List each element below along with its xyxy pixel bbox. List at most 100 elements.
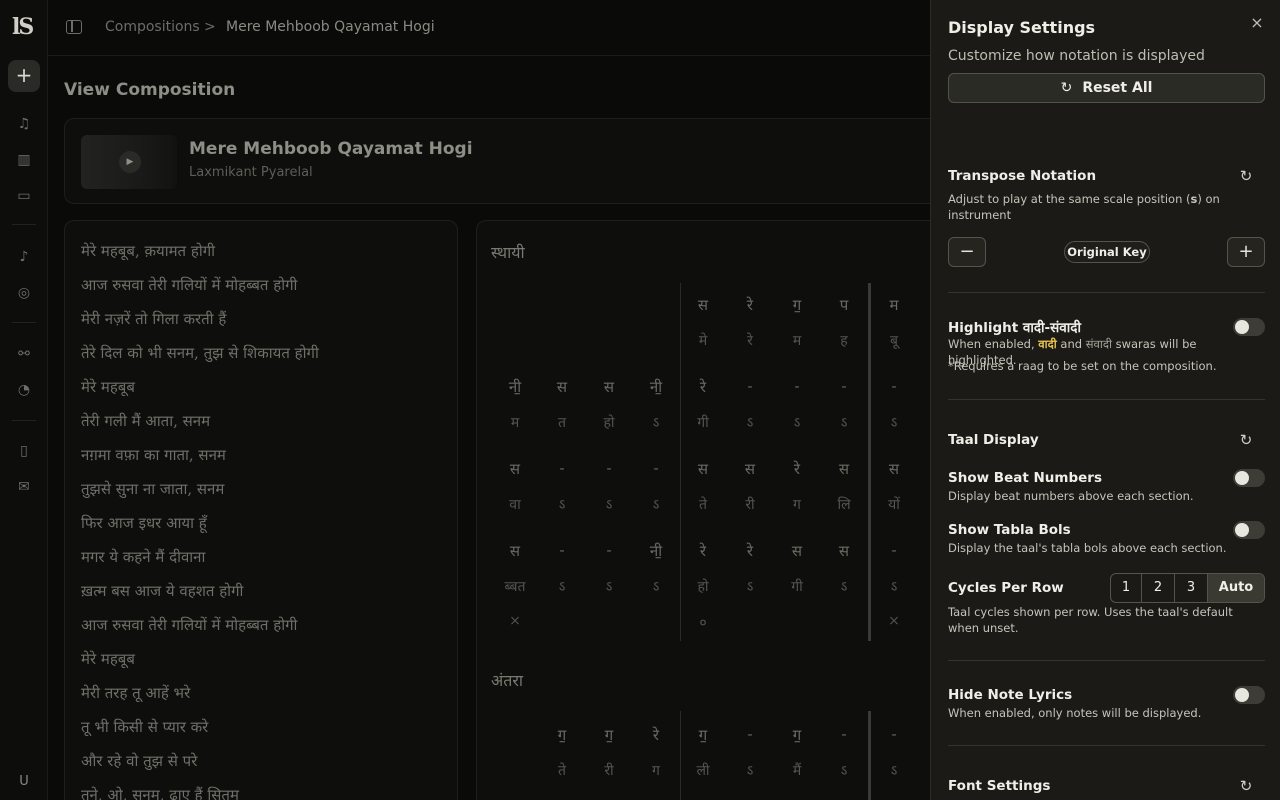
sthayi-title: स्थायी <box>491 243 525 262</box>
play-icon[interactable]: ▶ <box>119 151 141 173</box>
rail-divider <box>12 322 36 323</box>
note-lyric-cell: ऽ <box>840 763 848 779</box>
reset-all-button[interactable]: ↻ Reset All <box>948 73 1265 103</box>
lyric-line: तेरे दिल को भी सनम, तुझ से शिकायत होगी <box>81 344 319 362</box>
note-cell: म <box>889 296 899 314</box>
lyric-line: नग़मा वफ़ा का गाता, सनम <box>81 446 226 464</box>
highlight-title: Highlight वादी-संवादी <box>948 320 1081 336</box>
font-reset-icon[interactable]: ↻ <box>1237 777 1255 795</box>
note-cell: - <box>747 377 753 395</box>
note-cell: रे <box>793 460 801 478</box>
note-cell: ग॒ <box>792 726 802 744</box>
binoculars-icon[interactable]: ◎ <box>14 283 34 303</box>
note-cell: स <box>509 542 521 560</box>
beat-numbers-title: Show Beat Numbers <box>948 470 1102 486</box>
note-cell: स <box>791 542 803 560</box>
app-logo[interactable]: lS <box>12 14 36 42</box>
sidebar-toggle-icon[interactable] <box>66 20 82 34</box>
note-cell: स <box>888 460 900 478</box>
breadcrumb-separator: > <box>204 19 216 35</box>
transpose-title: Transpose Notation <box>948 168 1097 184</box>
card-icon[interactable]: ▭ <box>14 186 34 206</box>
cycles-option-3[interactable]: 3 <box>1175 574 1208 602</box>
hide-lyrics-toggle[interactable] <box>1233 686 1265 704</box>
note-cell: नी॒ <box>649 378 663 396</box>
note-lyric-cell: ते <box>699 497 707 513</box>
note-lyric-cell: बू <box>890 333 898 349</box>
note-cell: - <box>606 541 612 559</box>
song-thumbnail: ▶ <box>81 135 177 189</box>
breadcrumb-compositions[interactable]: Compositions <box>105 19 200 35</box>
lyric-line: मेरे महबूब, क़यामत होगी <box>81 242 216 260</box>
note-lyric-cell: ऽ <box>890 763 898 779</box>
lyric-line: फिर आज इधर आया हूँ <box>81 514 207 532</box>
beat-numbers-toggle[interactable] <box>1233 469 1265 487</box>
song-card: ▶ Mere Mehboob Qayamat Hogi Laxmikant Py… <box>64 118 964 204</box>
note-lyric-cell: ऽ <box>558 579 566 595</box>
close-icon[interactable]: × <box>1248 14 1266 32</box>
taal-divider <box>680 711 681 800</box>
user-avatar[interactable]: U <box>14 774 34 794</box>
tuner-icon[interactable]: ♪ <box>14 247 34 267</box>
note-cell: रे <box>652 726 660 744</box>
lyric-line: तुझसे सुना ना जाता, सनम <box>81 480 225 498</box>
cycles-option-2[interactable]: 2 <box>1142 574 1175 602</box>
taal-reset-icon[interactable]: ↻ <box>1237 431 1255 449</box>
note-cell: - <box>747 725 753 743</box>
lyric-line: ख़त्म बस आज ये वहशत होगी <box>81 582 244 600</box>
mail-icon[interactable]: ✉ <box>14 477 34 497</box>
lyric-line: तू भी किसी से प्यार करे <box>81 718 209 736</box>
transpose-down-button[interactable]: − <box>948 237 986 267</box>
section-divider <box>948 399 1265 400</box>
note-cell: स <box>744 460 756 478</box>
note-lyric-cell: गी <box>791 579 803 595</box>
note-lyric-cell: मैं <box>792 763 802 779</box>
lyric-line: और रहे वो तुझ से परे <box>81 752 198 770</box>
cycles-option-1[interactable]: 1 <box>1111 574 1142 602</box>
note-cell: रे <box>746 296 754 314</box>
beat-marker: × <box>888 613 900 629</box>
note-lyric-cell: ऽ <box>793 415 801 431</box>
transpose-key-value: Original Key <box>1064 241 1150 263</box>
note-lyric-cell: लि <box>837 497 851 513</box>
song-title: Mere Mehboob Qayamat Hogi <box>189 139 473 159</box>
page-title: View Composition <box>64 80 236 100</box>
panel-title: Display Settings <box>948 18 1096 37</box>
ear-icon[interactable]: ◔ <box>14 380 34 400</box>
note-cell: स <box>697 296 709 314</box>
note-cell: रे <box>699 378 707 396</box>
note-lyric-cell: ऽ <box>746 579 754 595</box>
link-icon[interactable]: ⚯ <box>14 344 34 364</box>
transpose-desc: Adjust to play at the same scale positio… <box>948 192 1220 222</box>
app-root: lS + ♫ ▥ ▭ ♪ ◎ ⚯ ◔ ▯ ✉ U Compositions > … <box>0 0 1280 800</box>
new-composition-button[interactable]: + <box>8 60 40 92</box>
cycles-title: Cycles Per Row <box>948 580 1064 596</box>
rail-divider <box>12 420 36 421</box>
library-icon[interactable]: ▥ <box>14 150 34 170</box>
note-cell: - <box>891 725 897 743</box>
song-artist: Laxmikant Pyarelal <box>189 165 313 180</box>
section-divider <box>948 660 1265 661</box>
lyric-line: मेरी नज़रें तो गिला करती हैं <box>81 310 227 328</box>
note-lyric-cell: री <box>604 763 614 779</box>
note-lyric-cell: ऽ <box>652 579 660 595</box>
tabla-bols-desc: Display the taal's tabla bols above each… <box>948 541 1227 555</box>
section-divider <box>948 292 1265 293</box>
panel-subtitle: Customize how notation is displayed <box>948 48 1205 64</box>
tabla-bols-toggle[interactable] <box>1233 521 1265 539</box>
music-note-icon[interactable]: ♫ <box>14 114 34 134</box>
note-cell: ग॒ <box>604 726 614 744</box>
beat-numbers-desc: Display beat numbers above each section. <box>948 489 1194 503</box>
transpose-up-button[interactable]: + <box>1227 237 1265 267</box>
note-lyric-cell: म <box>510 415 520 431</box>
highlight-toggle[interactable] <box>1233 318 1265 336</box>
note-cell: - <box>891 541 897 559</box>
tabla-bols-title: Show Tabla Bols <box>948 522 1071 538</box>
note-lyric-cell: ऽ <box>605 579 613 595</box>
note-lyric-cell: ऽ <box>652 497 660 513</box>
book-icon[interactable]: ▯ <box>14 441 34 461</box>
note-lyric-cell: ऽ <box>746 763 754 779</box>
breadcrumb-current: Mere Mehboob Qayamat Hogi <box>226 19 435 35</box>
transpose-reset-icon[interactable]: ↻ <box>1237 167 1255 185</box>
cycles-option-auto[interactable]: Auto <box>1208 574 1264 602</box>
